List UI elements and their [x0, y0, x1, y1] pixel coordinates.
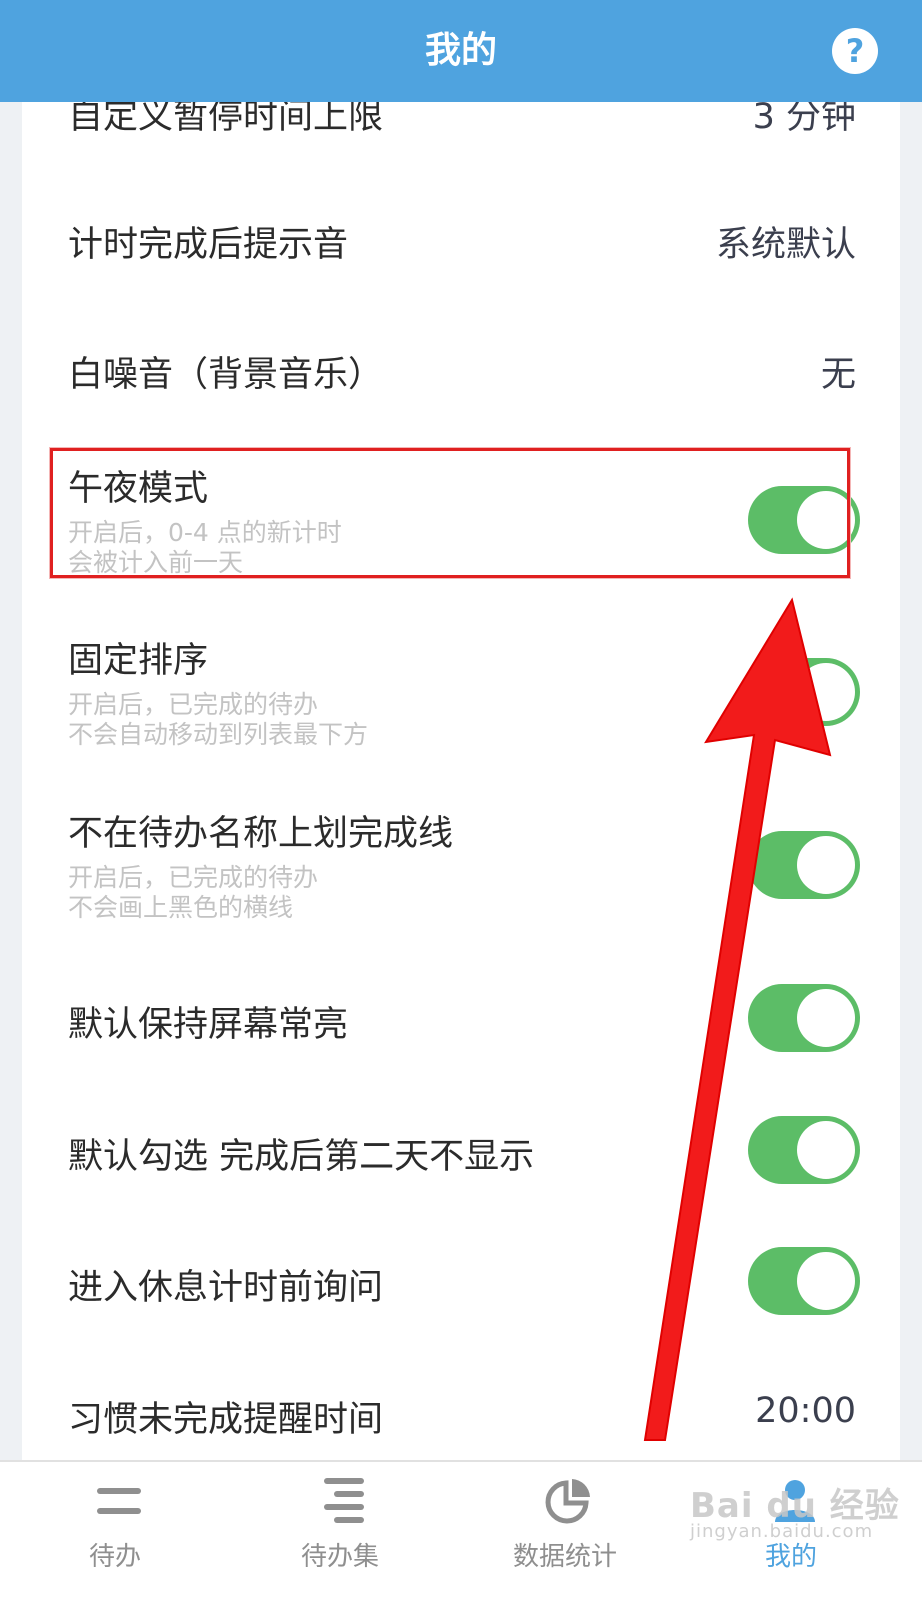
no-strikethrough-toggle[interactable]: [748, 831, 860, 899]
nav-item-statistics[interactable]: 数据统计: [450, 1462, 680, 1602]
setting-row-habit-reminder[interactable]: 习惯未完成提醒时间 20:00: [22, 1375, 900, 1455]
nav-label: 数据统计: [512, 1542, 617, 1572]
setting-label: 固定排序: [68, 641, 209, 681]
setting-label: 不在待办名称上划完成线: [68, 814, 454, 854]
baidu-watermark: Bai du 经验 jingyan.baidu.com: [690, 1478, 900, 1542]
header-bar: 我的 ?: [0, 0, 922, 102]
nav-label: 待办集: [300, 1542, 379, 1572]
setting-row-fixed-sort: 固定排序 开启后，已完成的待办 不会自动移动到列表最下方: [22, 622, 900, 752]
todo-set-icon: [324, 1478, 364, 1523]
setting-label: 默认勾选 完成后第二天不显示: [68, 1137, 535, 1177]
setting-row-hide-next-day: 默认勾选 完成后第二天不显示: [22, 1112, 900, 1192]
setting-row-white-noise[interactable]: 白噪音（背景音乐） 无: [22, 320, 900, 420]
todo-icon: [97, 1488, 141, 1514]
setting-label: 习惯未完成提醒时间: [68, 1400, 384, 1440]
toggle-knob: [797, 663, 855, 721]
nav-item-todo[interactable]: 待办: [0, 1462, 230, 1602]
setting-label: 进入休息计时前询问: [68, 1268, 384, 1308]
setting-row-finish-sound[interactable]: 计时完成后提示音 系统默认: [22, 190, 900, 290]
setting-row-keep-screen-on: 默认保持屏幕常亮: [22, 980, 900, 1060]
setting-value: 20:00: [755, 1391, 856, 1431]
watermark-brand: Bai du 经验: [690, 1486, 900, 1526]
setting-value: 系统默认: [715, 225, 856, 265]
nav-item-todo-set[interactable]: 待办集: [225, 1462, 455, 1602]
toggle-knob: [797, 1121, 855, 1179]
fixed-sort-toggle[interactable]: [748, 658, 860, 726]
keep-screen-on-toggle[interactable]: [748, 984, 860, 1052]
setting-label: 默认保持屏幕常亮: [68, 1005, 349, 1045]
watermark-url: jingyan.baidu.com: [690, 1521, 874, 1542]
highlight-box: [50, 448, 850, 578]
setting-description: 开启后，已完成的待办: [68, 690, 319, 719]
setting-row-ask-before-rest: 进入休息计时前询问: [22, 1243, 900, 1323]
setting-label: 计时完成后提示音: [68, 225, 349, 265]
page-title: 我的: [424, 30, 497, 71]
pie-chart-icon: [545, 1479, 590, 1524]
setting-description: 开启后，已完成的待办: [68, 863, 319, 892]
setting-value: 无: [820, 355, 856, 395]
hide-next-day-toggle[interactable]: [748, 1116, 860, 1184]
setting-row-no-strikethrough: 不在待办名称上划完成线 开启后，已完成的待办 不会画上黑色的横线: [22, 795, 900, 925]
nav-label: 待办: [88, 1542, 141, 1572]
toggle-knob: [797, 989, 855, 1047]
ask-before-rest-toggle[interactable]: [748, 1247, 860, 1315]
setting-description: 不会自动移动到列表最下方: [68, 720, 369, 749]
setting-label: 白噪音（背景音乐）: [68, 355, 384, 395]
setting-description: 不会画上黑色的横线: [68, 893, 294, 922]
toggle-knob: [797, 836, 855, 894]
toggle-knob: [797, 1252, 855, 1310]
help-button[interactable]: ?: [832, 28, 878, 74]
settings-list: 自定义暂停时间上限 3 分钟 计时完成后提示音 系统默认 白噪音（背景音乐） 无…: [22, 80, 900, 1490]
